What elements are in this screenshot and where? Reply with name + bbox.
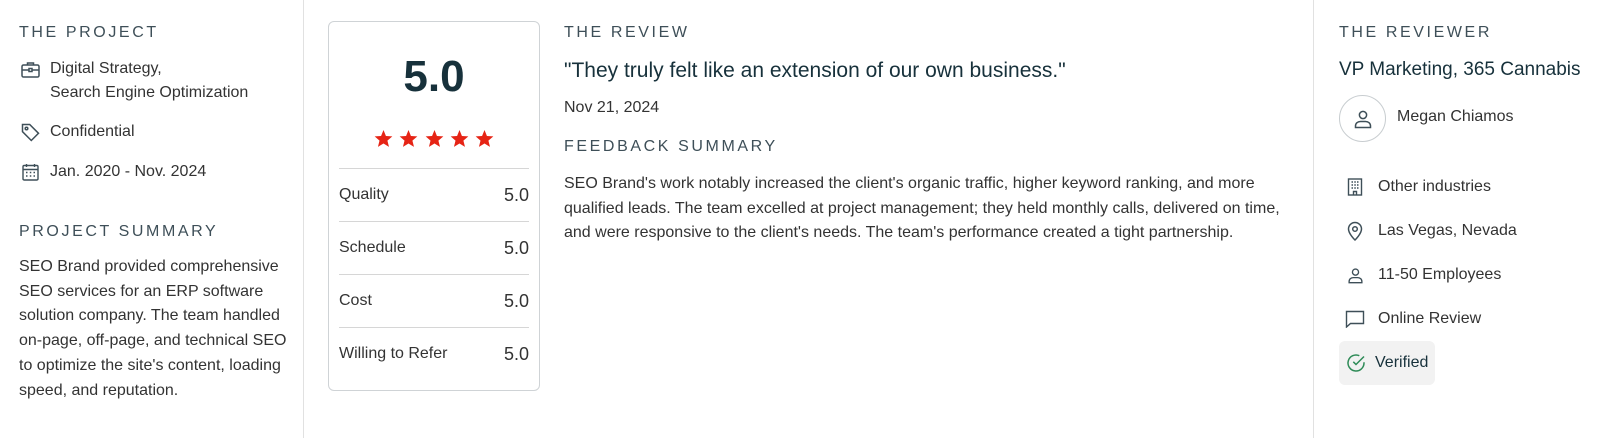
project-services: Digital Strategy, Search Engine Optimiza… [19, 57, 248, 105]
map-pin-icon [1344, 220, 1366, 242]
calendar-icon [19, 161, 41, 183]
reviewer-name: Megan Chiamos [1397, 108, 1514, 125]
services-line-2: Search Engine Optimization [50, 84, 249, 101]
dates-text: Jan. 2020 - Nov. 2024 [50, 163, 207, 180]
review-type-text: Online Review [1378, 310, 1482, 327]
project-heading: THE PROJECT [19, 24, 159, 41]
person-icon [1344, 264, 1366, 286]
rating-value: 5.0 [503, 237, 529, 258]
reviewer-location: Las Vegas, Nevada [1344, 220, 1517, 242]
verified-text: Verified [1375, 354, 1429, 371]
location-text: Las Vegas, Nevada [1378, 222, 1517, 239]
feedback-summary-heading: FEEDBACK SUMMARY [564, 138, 778, 155]
employees-text: 11-50 Employees [1378, 266, 1502, 283]
feedback-summary-text: SEO Brand's work notably increased the c… [564, 175, 1280, 242]
rating-card: 5.0 Quality 5.0 Schedule 5.0 Cost 5.0 Wi… [328, 21, 540, 391]
review-date: Nov 21, 2024 [564, 99, 660, 116]
reviewer-review-type: Online Review [1344, 308, 1481, 330]
reviewer-employees: 11-50 Employees [1344, 264, 1501, 286]
star-icon [374, 130, 392, 147]
building-icon [1344, 176, 1366, 198]
avatar [1339, 95, 1386, 142]
star-rating [329, 130, 539, 153]
rating-value: 5.0 [503, 184, 529, 205]
project-summary-heading: PROJECT SUMMARY [19, 223, 219, 240]
rating-row-willing-to-refer: Willing to Refer 5.0 [339, 327, 529, 380]
reviewer-industry: Other industries [1344, 176, 1491, 198]
chat-bubble-icon [1344, 308, 1366, 330]
column-divider [303, 0, 304, 438]
reviewer-title: VP Marketing, 365 Cannabis [1339, 59, 1581, 80]
rating-label: Quality [339, 186, 389, 203]
rating-label: Schedule [339, 239, 406, 256]
industry-text: Other industries [1378, 178, 1491, 195]
person-icon [1354, 110, 1371, 128]
column-divider [1313, 0, 1314, 438]
rating-row-cost: Cost 5.0 [339, 274, 529, 327]
project-summary-text: SEO Brand provided comprehensive SEO ser… [19, 258, 287, 399]
overall-score: 5.0 [403, 52, 465, 101]
star-icon [450, 130, 469, 147]
rating-row-schedule: Schedule 5.0 [339, 221, 529, 274]
rating-value: 5.0 [503, 343, 529, 364]
review-quote: "They truly felt like an extension of ou… [564, 59, 1066, 82]
check-circle-icon [1345, 352, 1367, 374]
star-icon [425, 130, 443, 147]
review-heading: THE REVIEW [564, 24, 690, 41]
briefcase-icon [19, 58, 41, 80]
rating-label: Cost [339, 292, 372, 309]
verified-badge: Verified [1339, 341, 1435, 385]
services-line-1: Digital Strategy, [50, 60, 162, 77]
rating-label: Willing to Refer [339, 345, 448, 362]
project-dates: Jan. 2020 - Nov. 2024 [19, 160, 206, 184]
rating-value: 5.0 [503, 290, 529, 311]
tag-icon [19, 121, 41, 143]
reviewer-heading: THE REVIEWER [1339, 24, 1492, 41]
star-icon [399, 130, 418, 147]
rating-row-quality: Quality 5.0 [339, 168, 529, 221]
budget-text: Confidential [50, 123, 135, 140]
star-icon [476, 130, 494, 147]
project-budget: Confidential [19, 120, 135, 144]
